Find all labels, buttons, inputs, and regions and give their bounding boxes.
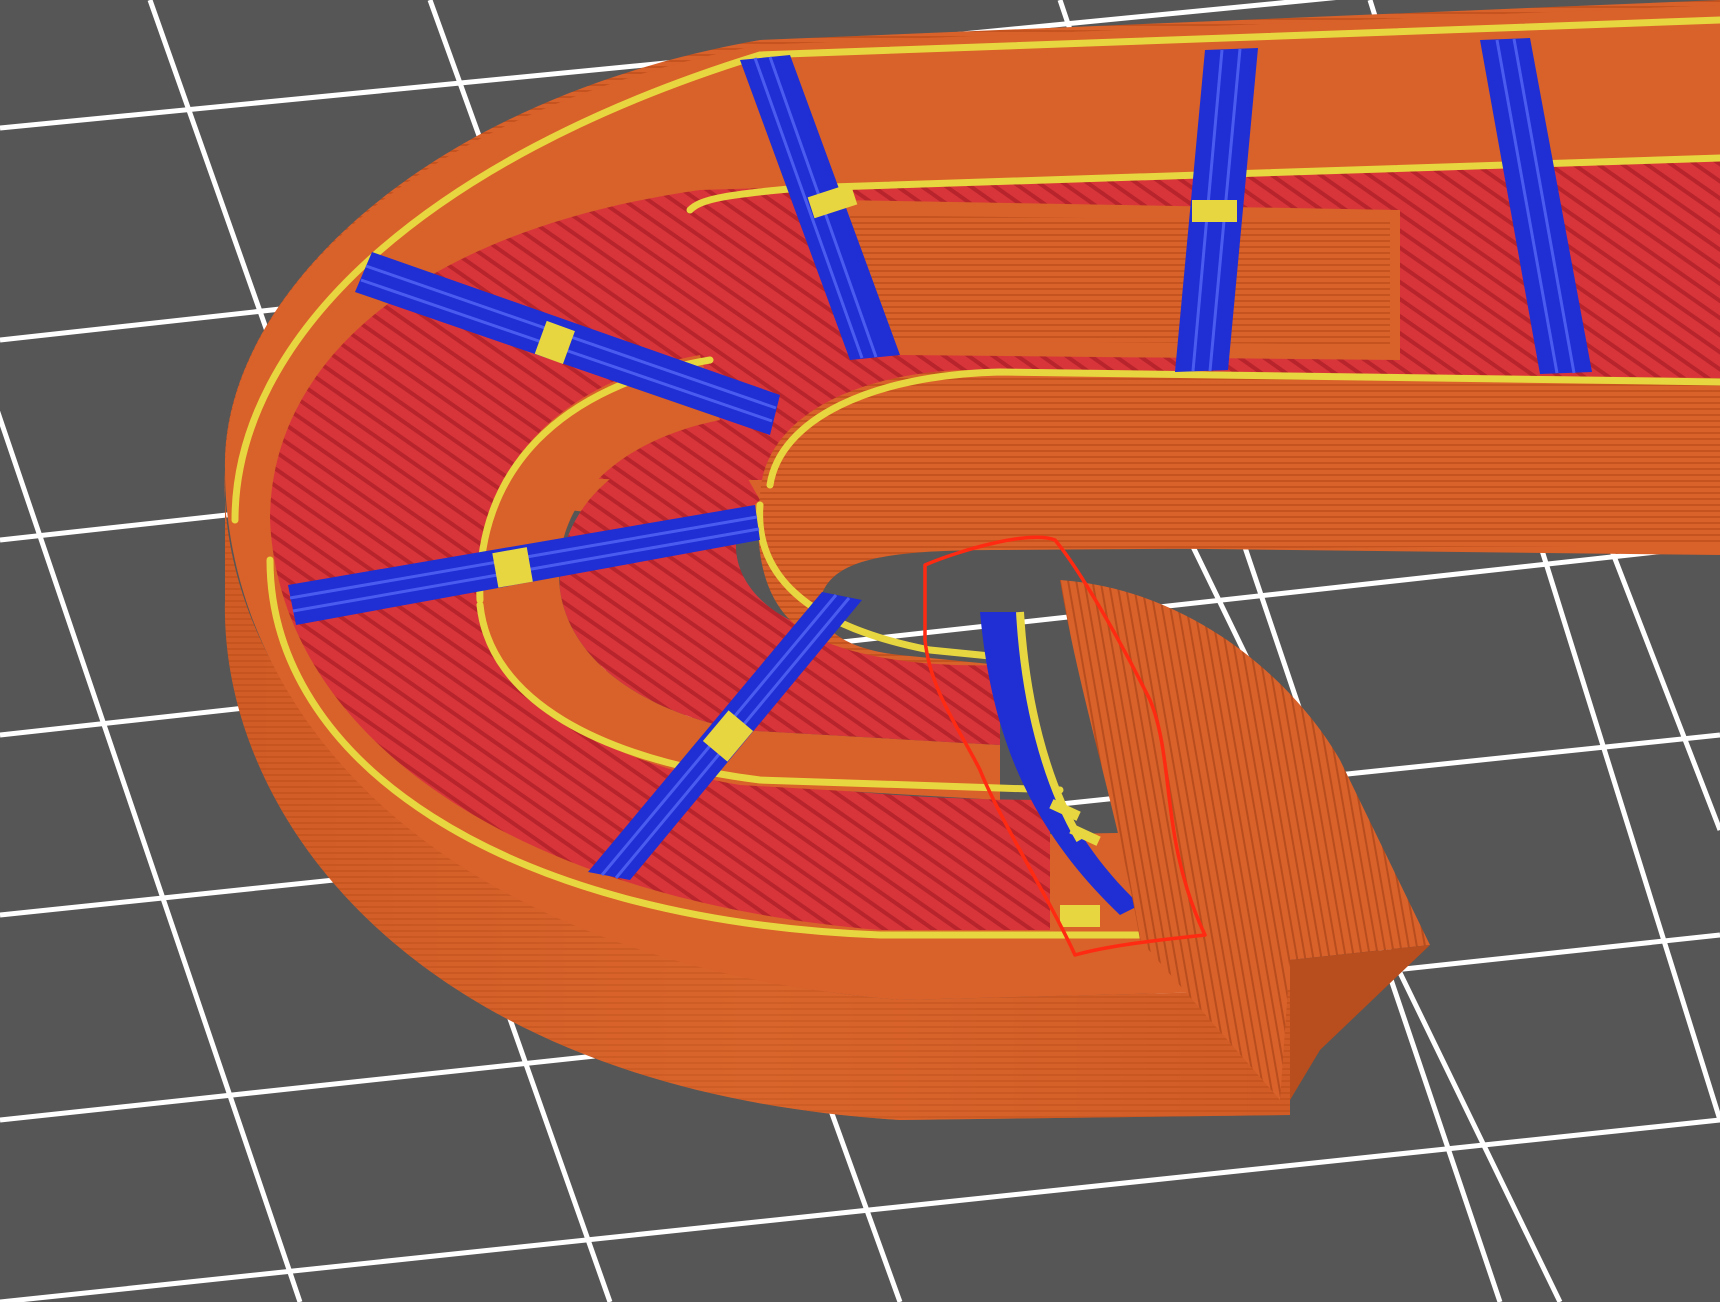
3d-preview-viewport[interactable] bbox=[0, 0, 1720, 1302]
slicer-preview-scene[interactable] bbox=[0, 0, 1720, 1302]
